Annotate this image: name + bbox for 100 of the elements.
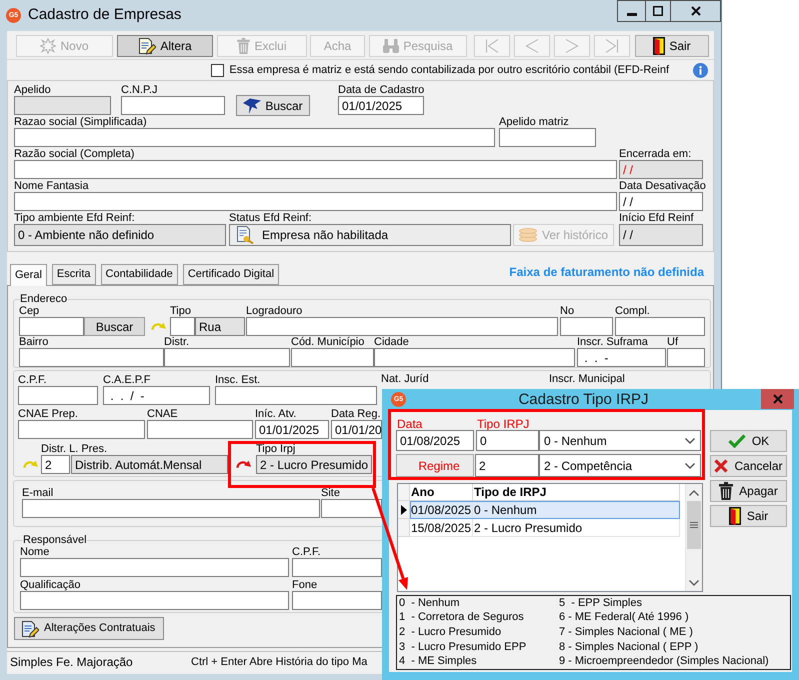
text-field[interactable] <box>291 348 374 367</box>
skip-forward-icon <box>605 39 619 53</box>
field-label: Apelido matriz <box>499 116 569 128</box>
text-field[interactable]: . . / - <box>103 386 210 405</box>
legend-item: 6 - ME Federal( Até 1996 ) <box>559 611 689 624</box>
text-field[interactable] <box>121 96 225 115</box>
scrollbar[interactable] <box>685 484 702 591</box>
field-label: CNAE Prep. <box>18 408 78 420</box>
checkbox[interactable] <box>211 64 224 76</box>
field-label: Iníc. Atv. <box>255 408 296 420</box>
maximize-button[interactable] <box>646 0 671 22</box>
text-field[interactable] <box>321 499 382 518</box>
scroll-thumb[interactable] <box>687 501 701 549</box>
text-field[interactable] <box>292 558 382 577</box>
text-field[interactable] <box>374 348 575 367</box>
info-icon[interactable] <box>693 62 708 78</box>
text-field[interactable] <box>20 591 289 610</box>
legend-item: 9 - Microempreendedor (Simples Nacional) <box>559 655 769 668</box>
legend-item: 4 - ME Simples <box>399 655 477 668</box>
code-field[interactable]: 2 <box>475 454 539 477</box>
field-label: CNAE <box>147 408 178 420</box>
chevron-down-icon <box>685 438 695 444</box>
text-field[interactable]: 01/01/2025 <box>255 420 329 439</box>
delete-button[interactable]: Apagar <box>710 480 787 502</box>
close-icon <box>772 394 782 404</box>
text-field[interactable] <box>667 348 705 367</box>
minimize-button[interactable] <box>617 0 646 22</box>
text-field[interactable]: . . - <box>577 348 666 367</box>
text-field[interactable] <box>615 317 705 336</box>
text-field[interactable] <box>18 420 145 439</box>
tab[interactable]: Geral <box>10 264 47 286</box>
code-field[interactable]: 0 <box>476 430 539 451</box>
field-label: Razão social (Completa) <box>14 148 134 160</box>
text-field[interactable] <box>560 317 613 336</box>
legend-item: 3 - Lucro Presumido EPP <box>399 640 526 654</box>
group-title: Responsável <box>23 534 87 546</box>
text-field[interactable] <box>164 348 290 367</box>
exit-button[interactable]: Sair <box>710 505 787 527</box>
text-field[interactable] <box>170 317 195 336</box>
text-field[interactable] <box>19 348 164 367</box>
table-row[interactable]: 15/08/2025 2 - Lucro Presumido <box>410 519 680 537</box>
ok-button[interactable]: OK <box>710 430 787 452</box>
status-text: Empresa não habilitada <box>262 228 388 242</box>
field-label: Tipo Irpj <box>256 443 296 455</box>
cross-icon <box>714 459 728 473</box>
tab[interactable]: Escrita <box>52 264 96 285</box>
text-field[interactable]: 01/01/20 <box>331 420 382 439</box>
text-field[interactable] <box>499 128 596 147</box>
regime-label: Regime <box>396 454 474 477</box>
text-field[interactable] <box>22 499 320 518</box>
text-field[interactable] <box>14 192 617 211</box>
field-label: Tipo ambiente Efd Reinf: <box>14 212 135 224</box>
text-field[interactable]: / / <box>619 192 703 211</box>
check-icon <box>728 434 746 448</box>
search-button[interactable]: Buscar <box>236 95 310 116</box>
exit-button[interactable]: Sair <box>635 35 709 57</box>
field-label: Distr. <box>164 336 190 348</box>
close-button[interactable] <box>671 0 721 22</box>
curved-arrow-icon <box>151 321 166 331</box>
field-label: Cidade <box>374 336 409 348</box>
field-label: Cód. Município <box>291 336 364 348</box>
grip-icon <box>690 522 698 528</box>
table-row[interactable]: 01/08/2025 0 - Nenhum <box>410 501 680 519</box>
tab[interactable]: Contabilidade <box>100 264 178 285</box>
text-field[interactable] <box>147 420 253 439</box>
cancel-button[interactable]: Cancelar <box>710 455 787 477</box>
text-field[interactable] <box>215 386 377 405</box>
starburst-icon <box>40 38 56 54</box>
field-label: Status Efd Reinf: <box>229 212 312 224</box>
text-field[interactable] <box>14 160 617 179</box>
text-field[interactable] <box>19 317 84 336</box>
status-text: Ctrl + Enter Abre História do tipo Ma <box>191 654 368 668</box>
field-label: Qualificação <box>20 579 81 591</box>
date-field[interactable]: 01/08/2025 <box>396 430 474 451</box>
field-label: C.P.F. <box>18 374 47 386</box>
contract-changes-button[interactable]: Alterações Contratuais <box>14 617 164 640</box>
legend-item: 5 - EPP Simples <box>559 596 642 610</box>
dropdown[interactable]: 0 - Nenhum <box>539 430 701 451</box>
window-title: Cadastro de Empresas <box>28 6 182 24</box>
field-label: Nome Fantasia <box>14 180 89 192</box>
trash-icon <box>719 482 734 500</box>
field-label: Razao social (Simplificada) <box>14 116 147 128</box>
tab[interactable]: Certificado Digital <box>182 264 280 285</box>
text-field[interactable] <box>246 317 558 336</box>
search-button[interactable]: Buscar <box>84 317 145 336</box>
text-field[interactable] <box>20 558 289 577</box>
field-label: Data Desativação <box>619 180 706 192</box>
field-label: Uf <box>667 336 678 348</box>
document-pencil-icon <box>21 620 39 638</box>
dropdown[interactable]: 2 - Competência <box>539 454 701 477</box>
text-field[interactable] <box>14 128 495 147</box>
field-label: Encerrada em: <box>619 148 692 160</box>
text-field[interactable]: 01/01/2025 <box>338 96 424 115</box>
text-field[interactable]: 2 <box>41 455 70 474</box>
text-field[interactable] <box>18 386 98 405</box>
edit-button[interactable]: Altera <box>117 35 213 57</box>
field-label: C.N.P.J <box>121 84 158 96</box>
field-label: Inscr. Suframa <box>577 336 648 348</box>
text-field[interactable] <box>292 591 382 610</box>
chevron-down-icon <box>685 462 695 468</box>
